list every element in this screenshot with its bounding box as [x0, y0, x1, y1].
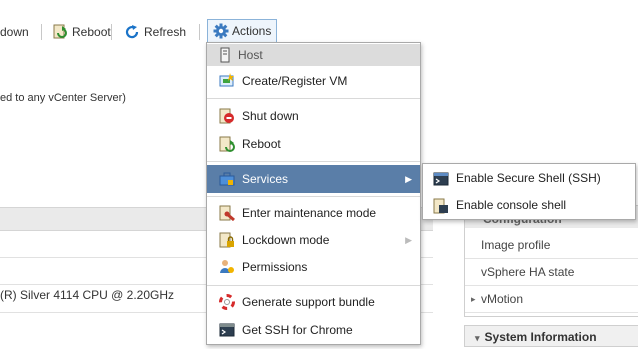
system-information-label: System Information: [484, 330, 597, 344]
create-vm-icon: [219, 73, 234, 87]
menu-item-label: Generate support bundle: [242, 295, 375, 309]
menu-divider: [207, 196, 420, 197]
menu-header-host: Host: [207, 44, 420, 66]
console-icon: [433, 198, 448, 214]
reboot-icon: [53, 24, 67, 39]
menu-divider: [207, 161, 420, 162]
submenu-item-label: Enable console shell: [456, 198, 567, 212]
shutdown-label: down: [0, 25, 29, 39]
menu-item-label: Reboot: [242, 137, 281, 151]
permissions-icon: [220, 260, 234, 273]
menu-item-label: Shut down: [242, 109, 299, 123]
chevron-right-icon: ▶: [405, 174, 412, 184]
system-information-header[interactable]: ▾ System Information: [464, 325, 638, 347]
actions-button[interactable]: Actions: [207, 19, 277, 43]
reboot-icon: [219, 136, 235, 152]
submenu-item-enable-ssh[interactable]: Enable Secure Shell (SSH): [423, 165, 635, 192]
menu-item-label: Create/Register VM: [242, 74, 348, 88]
menu-item-services[interactable]: Services ▶: [207, 165, 420, 193]
actions-menu: Host Create/Register VM Shut down Reboot: [206, 42, 421, 345]
lockdown-icon: [219, 232, 234, 248]
menu-item-label: Lockdown mode: [242, 233, 330, 247]
menu-item-shut-down[interactable]: Shut down: [207, 103, 420, 129]
reboot-button[interactable]: Reboot: [52, 20, 111, 44]
menu-header-label: Host: [238, 48, 263, 62]
menu-item-get-ssh-for-chrome[interactable]: Get SSH for Chrome: [207, 317, 420, 343]
menu-item-label: Services: [242, 172, 289, 186]
menu-item-lockdown-mode[interactable]: Lockdown mode ▶: [207, 227, 420, 253]
actions-label: Actions: [232, 24, 272, 38]
shutdown-button[interactable]: down: [0, 20, 29, 44]
toolbar-divider: [199, 24, 200, 40]
ssh-icon: [433, 172, 449, 186]
submenu-item-label: Enable Secure Shell (SSH): [456, 171, 601, 185]
configuration-panel: Configuration Image profile vSphere HA s…: [464, 205, 638, 317]
menu-divider: [207, 285, 420, 286]
menu-item-create-register-vm[interactable]: Create/Register VM: [207, 68, 420, 94]
cpu-info-text: (R) Silver 4114 CPU @ 2.20GHz: [0, 288, 175, 302]
menu-item-generate-support-bundle[interactable]: Generate support bundle: [207, 289, 420, 315]
chevron-right-icon: ▶: [405, 235, 412, 245]
host-icon: [220, 47, 230, 63]
chevron-down-icon: ▾: [475, 333, 480, 343]
menu-divider: [207, 98, 420, 99]
services-icon: [219, 172, 235, 186]
reboot-label: Reboot: [72, 25, 111, 39]
toolbar-divider: [41, 24, 42, 40]
vmotion-label: vMotion: [481, 292, 524, 306]
submenu-item-enable-console-shell[interactable]: Enable console shell: [423, 192, 635, 219]
vcenter-status-text: ed to any vCenter Server): [0, 92, 126, 104]
menu-item-label: Enter maintenance mode: [242, 206, 377, 220]
ssh-chrome-icon: [219, 323, 235, 337]
config-item-ha-state[interactable]: vSphere HA state: [465, 259, 638, 286]
services-submenu: Enable Secure Shell (SSH) Enable console…: [422, 163, 636, 220]
toolbar-divider: [111, 24, 112, 40]
menu-item-label: Permissions: [242, 260, 308, 274]
config-item-vmotion[interactable]: ▸ vMotion: [465, 286, 638, 313]
support-bundle-icon: [219, 294, 235, 310]
refresh-icon: [125, 25, 139, 39]
menu-item-enter-maintenance-mode[interactable]: Enter maintenance mode: [207, 200, 420, 226]
refresh-label: Refresh: [144, 25, 187, 39]
chevron-right-icon: ▸: [471, 294, 476, 304]
refresh-button[interactable]: Refresh: [124, 20, 186, 44]
maintenance-icon: [219, 205, 235, 221]
shutdown-icon: [219, 108, 234, 124]
menu-item-reboot[interactable]: Reboot: [207, 131, 420, 157]
config-item-image-profile[interactable]: Image profile: [465, 232, 638, 259]
menu-item-permissions[interactable]: Permissions: [207, 254, 420, 280]
menu-item-label: Get SSH for Chrome: [242, 323, 353, 337]
gear-icon: [213, 23, 229, 39]
